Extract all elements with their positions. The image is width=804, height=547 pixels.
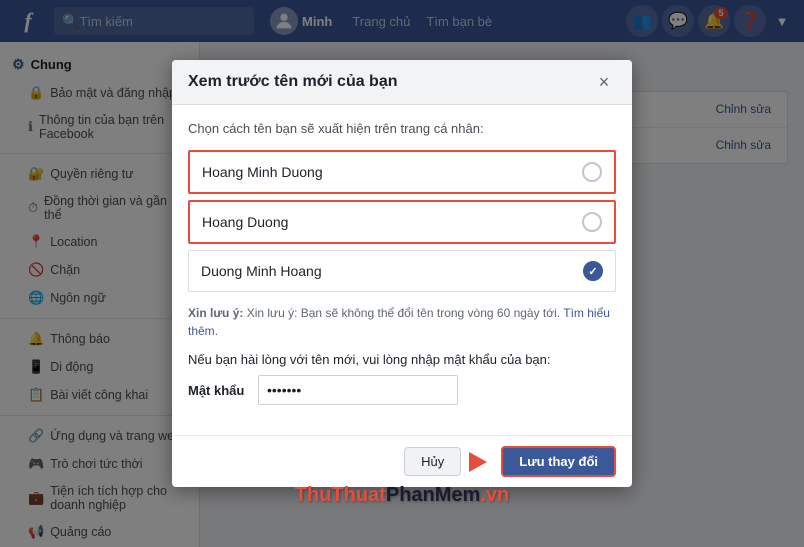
name-option-2-text: Hoang Duong	[202, 214, 288, 230]
modal-header: Xem trước tên mới của bạn ×	[172, 60, 632, 105]
password-label: Mật khẩu	[188, 383, 248, 398]
radio-option-3[interactable]	[583, 261, 603, 281]
save-with-arrow: Lưu thay đổi	[469, 446, 616, 477]
modal-footer: Hủy Lưu thay đổi	[172, 435, 632, 487]
arrow-indicator	[469, 452, 487, 472]
radio-option-2[interactable]	[582, 212, 602, 232]
modal-close-button[interactable]: ×	[592, 70, 616, 94]
cancel-button[interactable]: Hủy	[404, 447, 461, 476]
modal-title: Xem trước tên mới của bạn	[188, 73, 398, 91]
watermark-prefix: ThuThuat	[295, 484, 386, 506]
modal-overlay: Xem trước tên mới của bạn × Chọn cách tê…	[0, 0, 804, 547]
modal-body: Chọn cách tên bạn sẽ xuất hiện trên tran…	[172, 105, 632, 435]
watermark-domain: .vn	[480, 484, 509, 506]
name-option-2[interactable]: Hoang Duong	[188, 200, 616, 244]
modal-dialog: Xem trước tên mới của bạn × Chọn cách tê…	[172, 60, 632, 487]
name-option-1-text: Hoang Minh Duong	[202, 164, 323, 180]
modal-notice: Xin lưu ý: Xin lưu ý: Bạn sẽ không thể đ…	[188, 304, 616, 340]
arrow-right-icon	[469, 452, 487, 472]
watermark: ThuThuatPhanMem.vn	[295, 484, 509, 507]
name-option-3[interactable]: Duong Minh Hoang	[188, 250, 616, 292]
save-button[interactable]: Lưu thay đổi	[501, 446, 616, 477]
password-row: Mật khẩu	[188, 375, 616, 405]
name-option-1[interactable]: Hoang Minh Duong	[188, 150, 616, 194]
watermark-suffix: PhanMem	[386, 484, 480, 506]
modal-subtitle: Chọn cách tên bạn sẽ xuất hiện trên tran…	[188, 121, 616, 136]
radio-option-1[interactable]	[582, 162, 602, 182]
name-option-3-text: Duong Minh Hoang	[201, 263, 322, 279]
password-input[interactable]	[258, 375, 458, 405]
password-prompt: Nếu bạn hài lòng với tên mới, vui lòng n…	[188, 352, 616, 367]
